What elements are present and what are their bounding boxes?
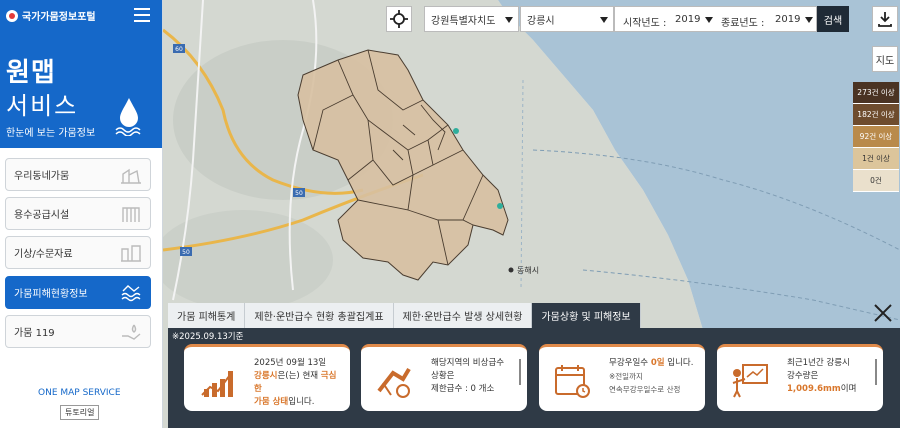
status-city: 강릉시 bbox=[254, 371, 278, 381]
city-select[interactable]: 강릉시 bbox=[520, 6, 614, 32]
reference-date: ※2025.09.13기준 bbox=[172, 332, 244, 342]
tab-drought-damage-stats[interactable]: 가뭄 피해통계 bbox=[168, 303, 246, 328]
legend-item: 182건 이상 bbox=[853, 104, 899, 126]
status-date: 2025년 09월 13일 bbox=[254, 358, 327, 368]
service-title: 원맵 bbox=[6, 58, 56, 88]
nav-item-label: 용수공급시설 bbox=[14, 210, 70, 221]
portal-logo-icon bbox=[6, 9, 18, 22]
drought-damage-icon bbox=[121, 285, 141, 302]
end-year-label: 종료년도 : bbox=[721, 18, 765, 29]
no-rain-days: 0일 bbox=[650, 358, 665, 368]
download-button[interactable] bbox=[872, 6, 898, 32]
nav-item-water-supply[interactable]: 용수공급시설 bbox=[5, 197, 151, 230]
nav-item-label: 가뭄 119 bbox=[14, 328, 55, 339]
region-select[interactable]: 강원특별자치도 bbox=[424, 6, 519, 32]
city-label-donghae: 동해시 bbox=[517, 265, 539, 275]
map-legend: 273건 이상 182건 이상 92건 이상 1건 이상 0건 bbox=[853, 82, 899, 192]
rainfall-line2: 강수량은 bbox=[787, 371, 819, 381]
card-scrollbar[interactable] bbox=[875, 359, 877, 385]
start-year-select[interactable]: 2019 bbox=[675, 14, 700, 25]
drought-status-text: 2025년 09월 13일 강릉시은(는) 현재 극심한 가뭄 상태입니다. bbox=[254, 357, 344, 409]
rainfall-value: 1,009.6mm bbox=[787, 384, 841, 394]
calendar-icon bbox=[555, 365, 590, 398]
location-marker[interactable] bbox=[453, 128, 459, 134]
end-year-select[interactable]: 2019 bbox=[775, 14, 800, 25]
chevron-down-icon[interactable] bbox=[805, 17, 813, 23]
status-level2: 가뭄 상태 bbox=[254, 397, 289, 407]
bar-chart-icon bbox=[201, 371, 233, 397]
one-map-service-label: ONE MAP SERVICE bbox=[38, 388, 121, 398]
nav-item-label: 가뭄피해현황정보 bbox=[14, 289, 88, 300]
chevron-down-icon bbox=[600, 17, 608, 23]
service-subtitle: 한눈에 보는 가뭄정보 bbox=[6, 128, 96, 139]
chevron-down-icon[interactable] bbox=[705, 17, 713, 23]
emergency-water-icon bbox=[377, 367, 411, 398]
legend-item: 92건 이상 bbox=[853, 126, 899, 148]
crosshair-icon bbox=[390, 10, 408, 28]
city-select-value: 강릉시 bbox=[527, 15, 555, 27]
tab-restricted-supply-summary[interactable]: 제한·운반급수 현황 총괄집계표 bbox=[245, 303, 394, 328]
location-marker[interactable] bbox=[497, 203, 503, 209]
service-title-sub: 서비스 bbox=[6, 92, 79, 120]
supply-line3: 제한급수 : 0 개소 bbox=[431, 384, 495, 394]
legend-item: 1건 이상 bbox=[853, 148, 899, 170]
nav-item-label: 우리동네가뭄 bbox=[14, 171, 70, 182]
nav-item-weather-hydro[interactable]: 기상/수문자료 bbox=[5, 236, 151, 269]
map-toggle-button[interactable]: 지도 bbox=[872, 46, 898, 72]
no-rain-note2: 연속무강우일수로 산정 bbox=[609, 385, 681, 394]
city-marker bbox=[508, 267, 514, 273]
nav-item-drought-119[interactable]: 가뭄 119 bbox=[5, 315, 151, 348]
village-icon bbox=[121, 168, 141, 184]
nav-item-label: 기상/수문자료 bbox=[14, 249, 73, 260]
sidebar: 국가가뭄정보포털 원맵 서비스 한눈에 보는 가뭄정보 우리동네가뭄 용수공급시… bbox=[0, 0, 163, 428]
weather-icon bbox=[121, 245, 141, 262]
presentation-icon bbox=[732, 364, 768, 398]
card-drought-status: 2025년 09월 13일 강릉시은(는) 현재 극심한 가뭄 상태입니다. bbox=[184, 344, 350, 411]
card-emergency-supply: 해당지역의 비상급수 상황은 제한급수 : 0 개소 bbox=[361, 344, 527, 411]
search-button[interactable]: 검색 bbox=[817, 6, 849, 32]
hand-water-icon bbox=[122, 324, 141, 340]
nav-item-drought-damage[interactable]: 가뭄피해현황정보 bbox=[5, 276, 151, 309]
tab-restricted-supply-detail[interactable]: 제한·운반급수 발생 상세현황 bbox=[393, 303, 533, 328]
road-number: 50 bbox=[295, 190, 303, 197]
chevron-down-icon bbox=[505, 17, 513, 23]
no-rain-pre: 무강우일수 bbox=[609, 358, 651, 368]
hamburger-menu-icon[interactable] bbox=[134, 8, 150, 22]
info-tabs: 가뭄 피해통계 제한·운반급수 현황 총괄집계표 제한·운반급수 발생 상세현황… bbox=[168, 303, 641, 328]
close-icon[interactable] bbox=[872, 302, 894, 324]
no-rain-post: 입니다. bbox=[664, 358, 694, 368]
legend-item: 273건 이상 bbox=[853, 82, 899, 104]
drought-info-panel: ※2025.09.13기준 2025년 09월 13일 강릉시은(는) 현재 극… bbox=[168, 328, 900, 428]
road-number: 50 bbox=[182, 249, 190, 256]
rainfall-line1: 최근1년간 강릉시 bbox=[787, 358, 850, 368]
supply-line2: 상황은 bbox=[431, 371, 455, 381]
card-no-rain-days: 무강우일수 0일 입니다. ※전일까지 연속무강우일수로 산정 bbox=[539, 344, 705, 411]
brand-name: 국가가뭄정보포털 bbox=[22, 12, 96, 23]
current-location-button[interactable] bbox=[386, 6, 412, 32]
download-icon bbox=[878, 12, 892, 27]
no-rain-text: 무강우일수 0일 입니다. ※전일까지 연속무강우일수로 산정 bbox=[609, 357, 699, 396]
nav-item-village-drought[interactable]: 우리동네가뭄 bbox=[5, 158, 151, 191]
card-annual-rainfall: 최근1년간 강릉시 강수량은 1,009.6mm이며 bbox=[717, 344, 883, 411]
road-number: 60 bbox=[175, 46, 183, 53]
card-scrollbar[interactable] bbox=[519, 359, 521, 385]
status-mid: 은(는) 현재 bbox=[277, 371, 321, 381]
legend-item: 0건 bbox=[853, 170, 899, 192]
status-end: 입니다. bbox=[288, 397, 315, 407]
water-facility-icon bbox=[122, 207, 140, 222]
supply-line1: 해당지역의 비상급수 bbox=[431, 358, 505, 368]
rainfall-text: 최근1년간 강릉시 강수량은 1,009.6mm이며 bbox=[787, 357, 877, 396]
emergency-supply-text: 해당지역의 비상급수 상황은 제한급수 : 0 개소 bbox=[431, 357, 521, 396]
brand-logo[interactable]: 국가가뭄정보포털 bbox=[6, 8, 96, 23]
year-range-box: 시작년도 : 2019 종료년도 : 2019 bbox=[614, 6, 817, 32]
start-year-label: 시작년도 : bbox=[623, 18, 667, 29]
no-rain-note1: ※전일까지 bbox=[609, 372, 643, 381]
water-drop-icon bbox=[115, 98, 141, 136]
sidebar-header: 국가가뭄정보포털 원맵 서비스 한눈에 보는 가뭄정보 bbox=[0, 0, 162, 148]
region-select-value: 강원특별자치도 bbox=[431, 15, 496, 27]
rainfall-end: 이며 bbox=[840, 384, 857, 394]
tutorial-button[interactable]: 튜토리얼 bbox=[60, 405, 100, 420]
tab-drought-status[interactable]: 가뭄상황 및 피해정보 bbox=[532, 303, 641, 328]
